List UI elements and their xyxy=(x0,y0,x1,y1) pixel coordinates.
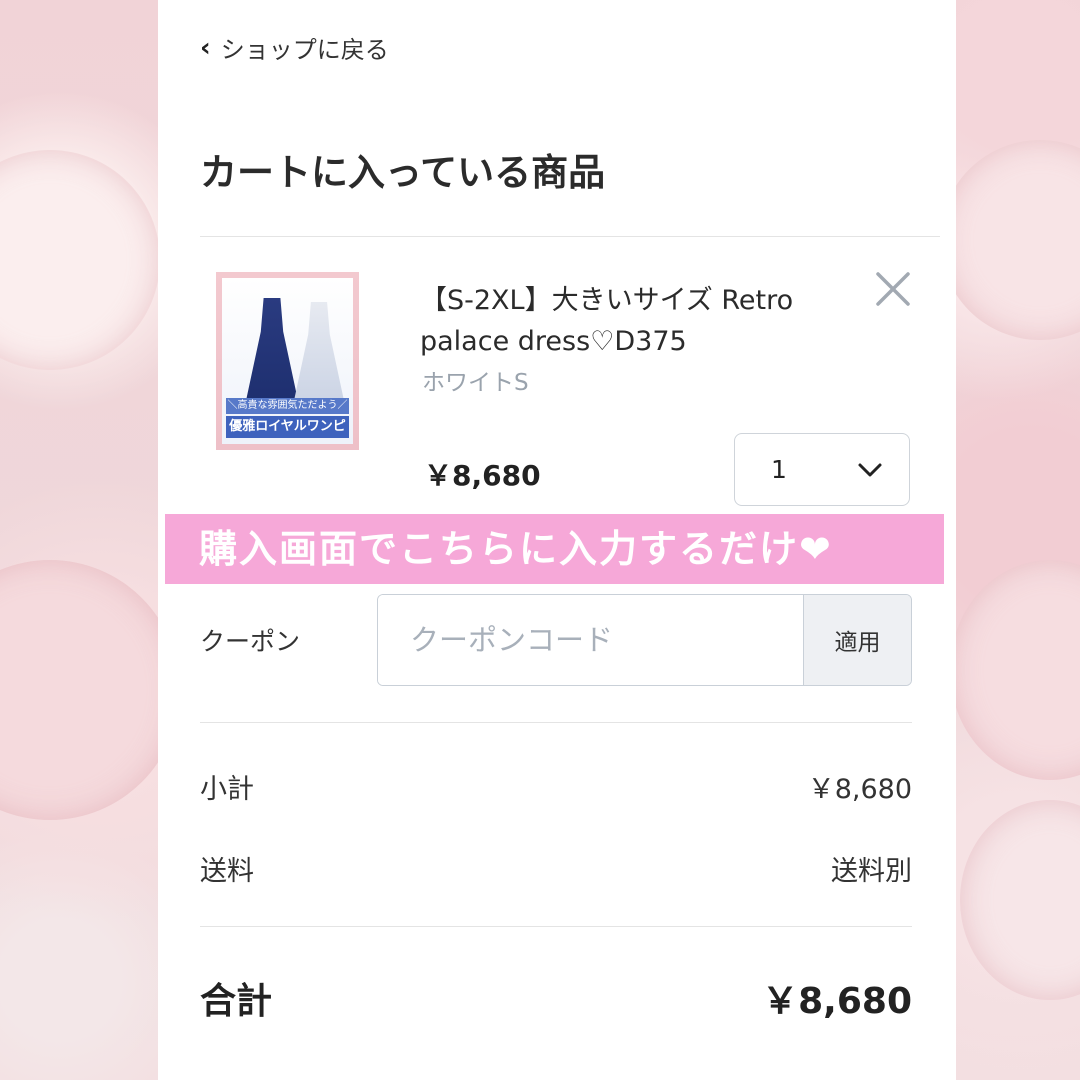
chevron-down-icon xyxy=(858,463,882,477)
back-label: ショップに戻る xyxy=(220,36,389,64)
product-image-background: ＼高貴な雰囲気ただよう／ 優雅ロイヤルワンピ xyxy=(222,278,353,444)
quantity-value: 1 xyxy=(771,455,787,484)
rose-decoration xyxy=(940,140,1080,340)
item-price: ￥8,680 xyxy=(424,459,541,492)
rose-decoration xyxy=(950,560,1080,780)
close-icon xyxy=(876,272,910,306)
divider xyxy=(200,926,912,927)
total-row: 合計 ￥8,680 xyxy=(200,972,912,1024)
rose-decoration xyxy=(0,150,160,370)
page-title: カートに入っている商品 xyxy=(200,151,606,194)
coupon-field-group: 適用 xyxy=(377,594,912,686)
chevron-left-icon: ‹ xyxy=(200,32,211,63)
product-image[interactable]: ＼高貴な雰囲気ただよう／ 優雅ロイヤルワンピ xyxy=(216,272,359,450)
remove-item-button[interactable] xyxy=(872,266,916,310)
product-name[interactable]: 【S-2XL】大きいサイズ Retro palace dress♡D375 xyxy=(420,280,860,362)
image-caption-top: ＼高貴な雰囲気ただよう／ xyxy=(226,398,349,414)
apply-coupon-button[interactable]: 適用 xyxy=(803,595,911,685)
quantity-select[interactable]: 1 xyxy=(734,433,910,506)
shipping-row: 送料 送料別 xyxy=(200,849,912,888)
subtotal-value: ￥8,680 xyxy=(807,774,912,805)
rose-decoration xyxy=(960,800,1080,1000)
dress-navy-illustration xyxy=(244,298,300,410)
coupon-label: クーポン xyxy=(200,627,301,656)
total-value: ￥8,680 xyxy=(762,981,912,1022)
rose-decoration xyxy=(0,560,180,820)
total-label: 合計 xyxy=(200,981,273,1022)
image-caption-bottom: 優雅ロイヤルワンピ xyxy=(226,416,349,438)
dress-white-illustration xyxy=(292,302,346,410)
shipping-label: 送料 xyxy=(200,856,254,887)
product-variant: ホワイトS xyxy=(422,370,529,396)
shipping-value: 送料別 xyxy=(831,856,912,887)
divider xyxy=(200,236,940,237)
back-to-shop-link[interactable]: ‹ ショップに戻る xyxy=(200,30,389,65)
subtotal-row: 小計 ￥8,680 xyxy=(200,767,912,806)
divider xyxy=(200,722,912,723)
promo-banner: 購入画面でこちらに入力するだけ❤ xyxy=(165,514,944,584)
subtotal-label: 小計 xyxy=(200,774,254,805)
coupon-code-input[interactable] xyxy=(378,595,803,685)
